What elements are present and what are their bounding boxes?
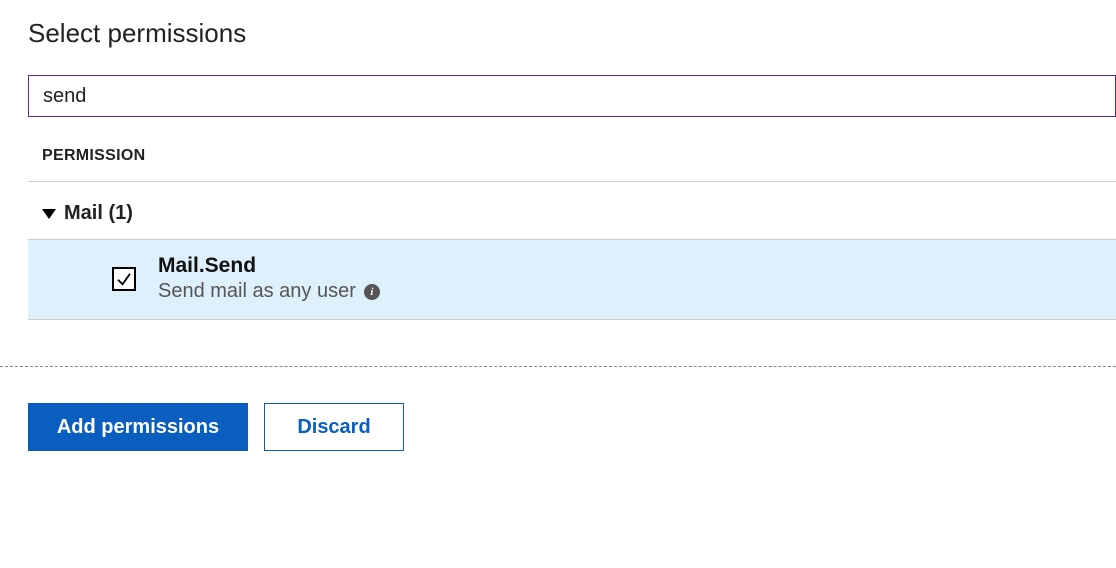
panel-title: Select permissions <box>28 18 1116 49</box>
select-permissions-panel: Select permissions Permission Mail (1) M… <box>0 0 1116 320</box>
footer-actions: Add permissions Discard <box>0 367 1116 451</box>
permission-row[interactable]: Mail.Send Send mail as any user i <box>28 239 1116 320</box>
caret-down-icon <box>42 209 56 219</box>
discard-button[interactable]: Discard <box>264 403 404 451</box>
permission-name: Mail.Send <box>158 254 380 278</box>
column-header-permission: Permission <box>28 147 1116 182</box>
permission-group-label: Mail (1) <box>64 202 133 225</box>
permission-search-input[interactable] <box>28 75 1116 117</box>
search-wrap <box>28 75 1116 117</box>
permission-checkbox[interactable] <box>112 267 136 291</box>
permission-description: Send mail as any user <box>158 280 356 303</box>
info-icon[interactable]: i <box>364 284 380 300</box>
permission-text: Mail.Send Send mail as any user i <box>158 254 380 303</box>
checkmark-icon <box>115 270 133 288</box>
add-permissions-button[interactable]: Add permissions <box>28 403 248 451</box>
permission-group-mail[interactable]: Mail (1) <box>28 182 1116 239</box>
permission-desc-line: Send mail as any user i <box>158 280 380 303</box>
